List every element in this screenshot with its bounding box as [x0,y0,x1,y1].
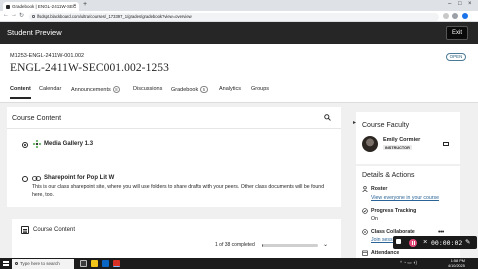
progress-tracking-label: Progress Tracking [371,208,417,214]
clock-date: 4/10/2025 [448,263,465,268]
course-title: ENGL-2411W-SEC001.002-1253 [10,62,170,74]
system-tray-icons[interactable]: ^ ◔ ▭ ◖) [400,260,417,266]
chrome-taskbar-icon[interactable] [113,260,120,267]
faculty-role-badge: INSTRUCTOR [383,145,412,150]
content-item-title[interactable]: Sharepoint for Pop Lit W [44,175,114,181]
blackboard-favicon-icon [6,4,10,9]
draw-pen-icon[interactable]: ✎ [465,238,470,246]
progress-bar-fill [262,244,264,247]
site-info-icon[interactable] [32,15,35,18]
cancel-recording-icon[interactable]: × [423,237,427,246]
browser-tabstrip: Gradebook | ENGL-2411W-SEC × + – □ × [0,0,478,11]
recording-timer: 00:00:02 [431,239,463,247]
tab-label: Calendar [39,86,62,92]
content-divider [7,128,341,129]
content-item-description: This is our class sharepoint site, where… [32,184,325,198]
announcements-count-badge: 8 [112,86,121,93]
taskbar-search-input[interactable]: Type here to search [12,258,74,269]
windows-taskbar: Type here to search ^ ◔ ▭ ◖) 1:58 PM 4/1… [0,258,478,269]
section-title: Course Content [12,115,62,122]
back-icon[interactable]: ← [3,12,9,18]
clock-time: 1:58 PM [450,258,465,263]
tab-label: Groups [251,86,270,92]
browser-tab[interactable]: Gradebook | ENGL-2411W-SEC × [3,2,79,11]
chevron-down-icon[interactable]: ⌄ [323,241,328,248]
completion-status-icon[interactable] [22,176,28,182]
maximize-window-icon[interactable]: □ [458,1,462,7]
faculty-title: Course Faculty [362,122,410,129]
course-id: M1253-ENGL-2411W-001.002 [10,53,85,59]
media-gallery-icon [33,140,41,148]
folder-icon [21,226,29,234]
content-item-title[interactable]: Media Gallery 1.3 [44,141,93,147]
progress-tracking-icon [362,208,368,214]
windows-start-icon[interactable] [3,260,9,267]
taskbar-search-placeholder: Type here to search [20,260,60,266]
course-content-folder-card[interactable] [12,219,341,259]
tab-label: Announcements [71,87,111,93]
details-title: Details & Actions [362,172,415,179]
exit-preview-button[interactable]: Exit [446,26,468,40]
close-window-icon[interactable]: × [468,1,472,7]
mail-icon[interactable] [443,142,449,146]
attendance-icon [362,250,368,256]
link-icon [32,176,41,181]
search-icon[interactable] [324,114,331,121]
folder-title[interactable]: Course Content [33,227,75,233]
progress-bar [262,244,318,247]
tab-analytics[interactable]: Analytics [219,86,241,92]
tab-content[interactable]: Content [10,86,31,92]
minimize-window-icon[interactable]: – [448,1,451,7]
tab-label: Analytics [219,86,242,92]
roster-link[interactable]: View everyone in your course [371,195,439,201]
progress-text: 1 of 38 completed [215,242,255,248]
tab-label: Content [10,86,31,92]
roster-icon [362,186,368,192]
address-url: lfsdspt.blackboard.com/ultra/courses/_17… [37,13,192,19]
tab-groups[interactable]: Groups [251,86,269,92]
tab-calendar[interactable]: Calendar [39,86,61,92]
active-tab-indicator [10,97,31,99]
tab-label: Discussions [133,86,163,92]
avatar[interactable] [362,136,378,152]
completion-status-icon[interactable] [22,142,28,148]
reload-icon[interactable]: ↻ [19,12,24,19]
new-tab-icon[interactable]: + [83,1,87,8]
search-icon [14,261,18,265]
file-explorer-icon[interactable] [91,260,98,267]
taskbar-clock[interactable]: 1:58 PM 4/10/2025 [448,259,465,269]
address-bar[interactable]: lfsdspt.blackboard.com/ultra/courses/_17… [29,12,439,21]
browser-menu-icon[interactable] [462,13,468,19]
collaborate-icon [362,229,368,235]
attendance-label: Attendance [371,250,400,256]
stop-recording-icon[interactable] [396,239,401,244]
screen-recorder-widget: × 00:00:02 ✎ [393,236,477,249]
more-options-icon[interactable]: ••• [438,229,444,236]
tab-gradebook[interactable]: Gradebook 5 [171,86,208,93]
browser-tab-title: Gradebook | ENGL-2411W-SEC [12,4,77,9]
pause-recording-icon[interactable] [409,238,417,247]
collaborate-label: Class Collaborate [371,229,415,235]
tab-label: Gradebook [171,87,199,93]
task-view-icon[interactable] [80,260,87,267]
profile-avatar-icon[interactable] [452,13,458,19]
preview-title: Student Preview [7,28,62,37]
tab-discussions[interactable]: Discussions [133,86,162,92]
course-nav-tabs: Content Calendar Announcements 8 Discussi… [0,86,478,100]
forward-icon[interactable]: → [11,12,17,18]
outlook-icon[interactable] [102,260,109,267]
student-preview-bar: Student Preview [0,22,478,44]
extension-icon[interactable] [443,13,449,19]
close-tab-icon[interactable]: × [73,2,76,11]
faculty-name[interactable]: Emily Cormier [383,137,420,143]
roster-label: Roster [371,186,388,192]
course-status-badge: OPEN [446,53,466,61]
tab-announcements[interactable]: Announcements 8 [71,86,121,93]
browser-toolbar: ← → ↻ lfsdspt.blackboard.com/ultra/cours… [0,11,478,22]
gradebook-count-badge: 5 [200,86,208,93]
progress-tracking-value[interactable]: On [371,216,378,222]
